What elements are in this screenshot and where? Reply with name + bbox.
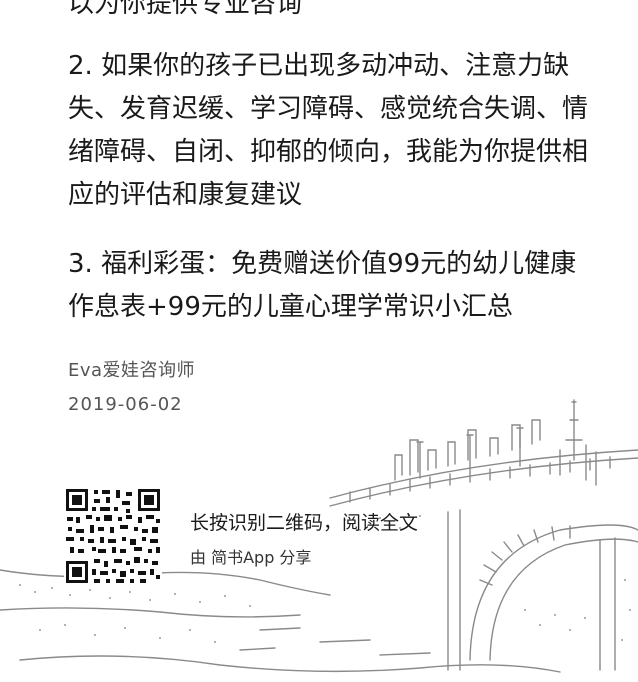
share-instruction-title: 长按识别二维码，阅读全文 xyxy=(190,512,419,534)
article-cut-off-line: 以为你提供专业咨询 xyxy=(68,0,303,19)
article-item-3: 3. 福利彩蛋：免费赠送价值99元的幼儿健康作息表+99元的儿童心理学常识小汇总 xyxy=(68,249,577,322)
share-source-label: 由 简书App 分享 xyxy=(190,548,312,567)
author-name: Eva爱娃咨询师 xyxy=(68,360,196,381)
qr-code-icon[interactable] xyxy=(64,487,162,585)
article-item-2: 2. 如果你的孩子已出现多动冲动、注意力缺失、发育迟缓、学习障碍、感觉统合失调、… xyxy=(68,51,589,210)
share-card: 以为你提供专业咨询 2. 如果你的孩子已出现多动冲动、注意力缺失、发育迟缓、学习… xyxy=(0,0,638,682)
